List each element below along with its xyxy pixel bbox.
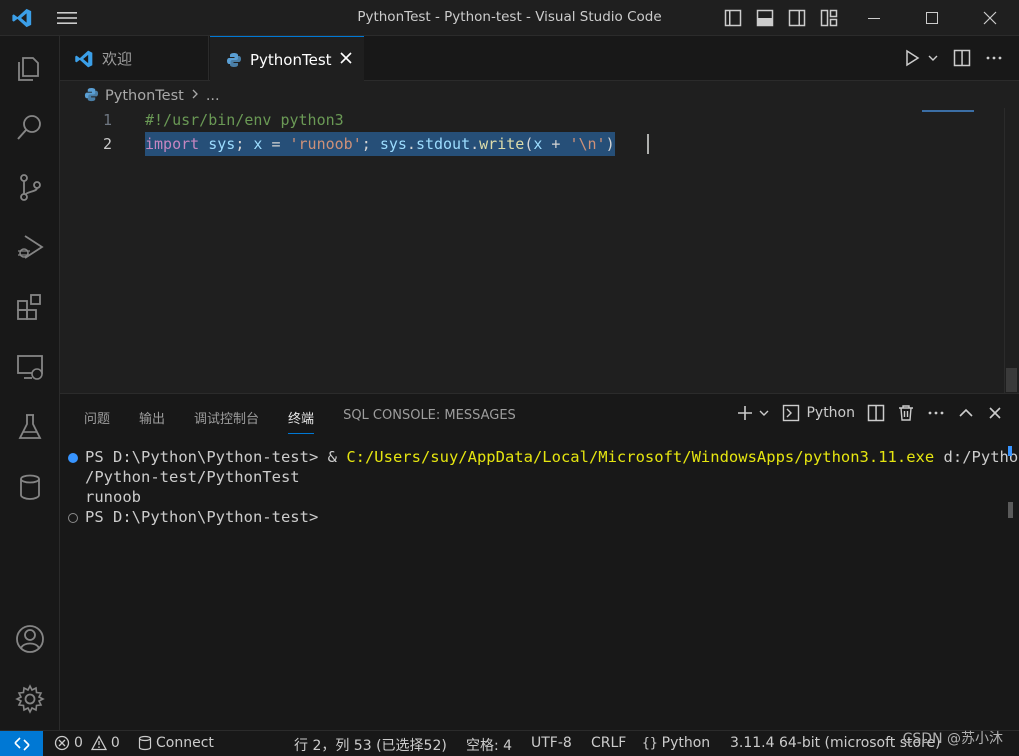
editor-scrollbar[interactable] bbox=[1004, 108, 1018, 393]
more-actions-icon[interactable] bbox=[985, 49, 1003, 71]
close-window-button[interactable] bbox=[961, 0, 1019, 36]
line-number: 2 bbox=[102, 135, 112, 153]
maximize-button[interactable] bbox=[903, 0, 961, 36]
remote-indicator-icon[interactable] bbox=[0, 731, 43, 756]
minimap[interactable] bbox=[922, 110, 974, 112]
run-options-chevron-down-icon[interactable] bbox=[927, 52, 939, 68]
database-icon[interactable] bbox=[13, 470, 47, 504]
run-python-file-icon[interactable] bbox=[903, 49, 921, 71]
error-count: 0 bbox=[74, 735, 83, 751]
tab-sql-console[interactable]: SQL CONSOLE: MESSAGES bbox=[343, 408, 516, 434]
error-icon bbox=[54, 735, 70, 751]
close-panel-icon[interactable] bbox=[987, 405, 1003, 421]
bottom-panel: 问题 输出 调试控制台 终端 SQL CONSOLE: MESSAGES Pyt… bbox=[60, 393, 1019, 730]
warning-count: 0 bbox=[110, 735, 120, 751]
tab-output[interactable]: 输出 bbox=[139, 408, 165, 434]
split-terminal-icon[interactable] bbox=[867, 404, 885, 422]
terminal-output: runoob bbox=[85, 488, 141, 506]
python-file-icon bbox=[226, 52, 242, 68]
terminal-profile[interactable]: Python bbox=[782, 404, 855, 422]
indentation-status[interactable]: 空格: 4 bbox=[466, 735, 512, 755]
status-bar: 0 0 Connect 行 2，列 53 (已选择52) 空格: 4 UTF-8… bbox=[0, 730, 1019, 756]
python-file-icon bbox=[84, 87, 99, 106]
tab-pythontest[interactable]: PythonTest bbox=[210, 36, 364, 82]
code-text: #!/usr/bin/env python3 bbox=[145, 111, 344, 129]
close-tab-icon[interactable] bbox=[338, 50, 354, 66]
minimize-button[interactable] bbox=[845, 0, 903, 36]
code-text-selected: import sys; x = 'runoob'; sys.stdout.wri… bbox=[145, 132, 615, 156]
extensions-icon[interactable] bbox=[13, 290, 47, 324]
problems-status[interactable]: 0 0 bbox=[54, 735, 120, 751]
terminal-line: PS D:\Python\Python-test> & C:/Users/suy… bbox=[85, 448, 1019, 466]
breadcrumb-file[interactable]: PythonTest bbox=[105, 88, 184, 104]
language-mode[interactable]: {} Python bbox=[642, 735, 710, 751]
source-control-icon[interactable] bbox=[13, 170, 47, 204]
testing-icon[interactable] bbox=[13, 410, 47, 444]
connect-label: Connect bbox=[156, 735, 214, 751]
breadcrumb-more[interactable]: ... bbox=[206, 88, 220, 104]
terminal-scrollbar[interactable] bbox=[1008, 502, 1013, 518]
customize-layout-icon[interactable] bbox=[818, 8, 840, 28]
tab-problems[interactable]: 问题 bbox=[84, 408, 110, 434]
explorer-icon[interactable] bbox=[13, 50, 47, 84]
maximize-panel-chevron-up-icon[interactable] bbox=[957, 404, 975, 422]
command-pending-dot-icon[interactable] bbox=[68, 513, 78, 523]
code-editor[interactable]: 1 #!/usr/bin/env python3 2 import sys; x… bbox=[60, 108, 1019, 393]
watermark: CSDN @苏小沐 bbox=[902, 731, 1003, 747]
terminal-scroll-marker bbox=[1008, 446, 1012, 456]
trash-icon[interactable] bbox=[897, 404, 915, 422]
terminal-icon bbox=[783, 404, 800, 422]
settings-gear-icon[interactable] bbox=[13, 682, 47, 716]
editor-tabs: 欢迎 PythonTest bbox=[60, 36, 1019, 82]
terminal-prompt: PS D:\Python\Python-test> bbox=[85, 508, 319, 526]
vscode-tab-icon bbox=[74, 49, 94, 69]
line-number: 1 bbox=[102, 111, 112, 129]
run-debug-icon[interactable] bbox=[13, 230, 47, 264]
connect-status[interactable]: Connect bbox=[138, 735, 214, 751]
breadcrumb: PythonTest ... bbox=[84, 86, 220, 106]
database-icon bbox=[138, 735, 152, 751]
eol-status[interactable]: CRLF bbox=[591, 735, 626, 751]
tab-welcome[interactable]: 欢迎 bbox=[60, 36, 209, 81]
split-editor-icon[interactable] bbox=[953, 49, 971, 71]
warning-icon bbox=[90, 735, 107, 751]
tab-debug-console[interactable]: 调试控制台 bbox=[194, 408, 259, 434]
terminal-profile-label: Python bbox=[806, 405, 855, 421]
toggle-panel-icon[interactable] bbox=[754, 8, 776, 28]
new-terminal-icon[interactable] bbox=[736, 404, 754, 422]
account-icon[interactable] bbox=[13, 622, 47, 656]
language-label: Python bbox=[661, 735, 711, 751]
braces-icon: {} bbox=[642, 735, 658, 751]
remote-explorer-icon[interactable] bbox=[13, 350, 47, 384]
toggle-secondary-sidebar-icon[interactable] bbox=[786, 8, 808, 28]
command-success-dot-icon[interactable] bbox=[68, 453, 78, 463]
code-line[interactable]: 2 import sys; x = 'runoob'; sys.stdout.w… bbox=[60, 132, 1000, 156]
tab-terminal[interactable]: 终端 bbox=[288, 408, 315, 434]
chevron-right-icon bbox=[190, 88, 200, 104]
text-cursor bbox=[647, 134, 649, 154]
toggle-sidebar-icon[interactable] bbox=[722, 8, 744, 28]
terminal-dropdown-chevron-down-icon[interactable] bbox=[758, 407, 770, 419]
terminal-line: /Python-test/PythonTest bbox=[85, 468, 300, 486]
encoding-status[interactable]: UTF-8 bbox=[531, 735, 572, 751]
title-bar: PythonTest - Python-test - Visual Studio… bbox=[0, 0, 1019, 36]
panel-more-actions-icon[interactable] bbox=[927, 404, 945, 422]
tab-welcome-label: 欢迎 bbox=[102, 50, 133, 68]
code-line[interactable]: 1 #!/usr/bin/env python3 bbox=[60, 108, 1000, 132]
activity-bar bbox=[0, 36, 60, 730]
search-icon[interactable] bbox=[13, 110, 47, 144]
tab-pythontest-label: PythonTest bbox=[250, 50, 332, 69]
cursor-position[interactable]: 行 2，列 53 (已选择52) bbox=[294, 735, 447, 755]
